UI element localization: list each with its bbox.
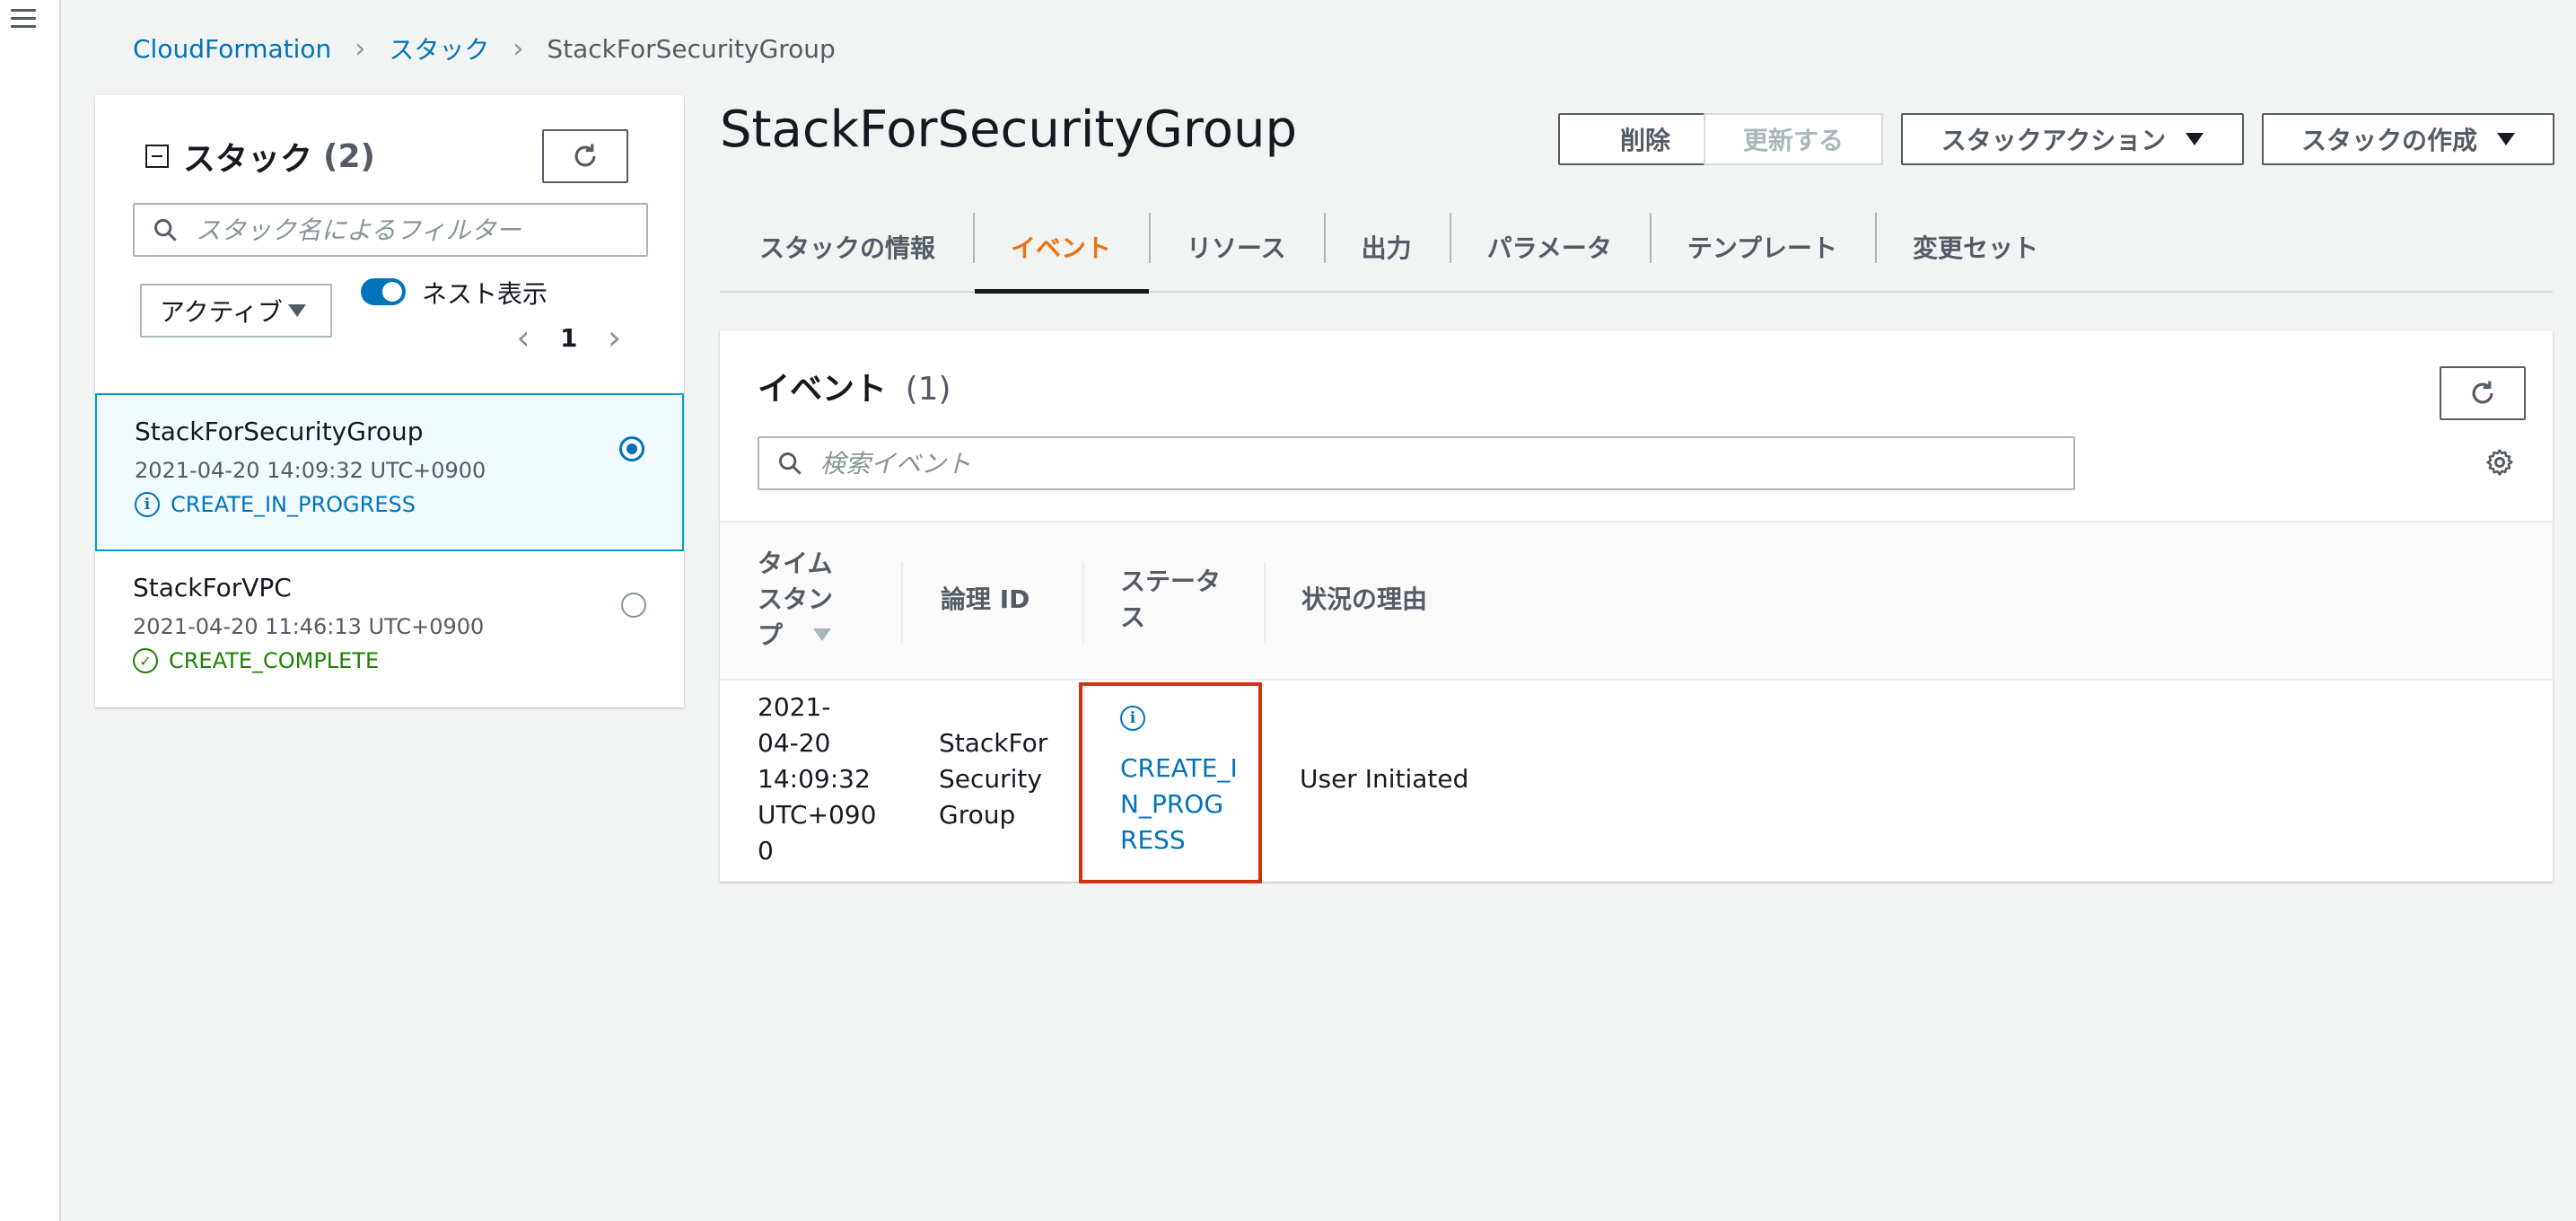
event-logical-id: StackFor Security Group bbox=[939, 728, 1048, 830]
update-button[interactable]: 更新する bbox=[1704, 113, 1883, 165]
tab-change-sets[interactable]: 変更セット bbox=[1875, 202, 2076, 292]
breadcrumb-cloudformation[interactable]: CloudFormation bbox=[133, 34, 331, 64]
tab-outputs[interactable]: 出力 bbox=[1323, 202, 1450, 292]
column-reason[interactable]: 状況の理由 bbox=[1301, 582, 1427, 618]
stacks-panel: スタック (2) アクティブ ネスト表示 ‹ 1 › StackForSecur… bbox=[95, 95, 684, 707]
stacks-refresh-button[interactable] bbox=[542, 129, 628, 183]
current-page[interactable]: 1 bbox=[560, 323, 577, 353]
search-icon bbox=[154, 219, 177, 242]
stack-tabs: スタックの情報 イベント リソース 出力 パラメータ テンプレート 変更セット bbox=[720, 202, 2553, 294]
nest-view-label: ネスト表示 bbox=[422, 279, 548, 309]
stack-item-securitygroup[interactable]: StackForSecurityGroup 2021-04-20 14:09:3… bbox=[95, 393, 684, 551]
events-panel: イベント (1) タイム スタン プ 論理 ID ステータ ス 状況の理由 20… bbox=[720, 330, 2553, 883]
next-page-icon[interactable]: › bbox=[600, 318, 627, 357]
stacks-title: スタック bbox=[183, 141, 313, 178]
tab-events[interactable]: イベント bbox=[973, 202, 1150, 294]
tab-resources[interactable]: リソース bbox=[1149, 202, 1324, 292]
events-table-header: タイム スタン プ 論理 ID ステータ ス 状況の理由 bbox=[720, 521, 2553, 681]
stack-name: StackForVPC bbox=[133, 573, 292, 602]
nest-view-toggle[interactable] bbox=[361, 278, 406, 305]
breadcrumb-current: StackForSecurityGroup bbox=[547, 33, 836, 64]
stack-item-vpc[interactable]: StackForVPC 2021-04-20 11:46:13 UTC+0900… bbox=[95, 551, 684, 709]
menu-icon[interactable] bbox=[11, 9, 36, 31]
stack-date: 2021-04-20 14:09:32 UTC+0900 bbox=[135, 458, 486, 483]
event-search-field[interactable] bbox=[819, 447, 2073, 479]
caret-down-icon bbox=[287, 304, 306, 317]
caret-down-icon bbox=[2186, 133, 2204, 145]
stack-status-text: CREATE_IN_PROGRESS bbox=[171, 492, 416, 517]
chevron-right-icon: › bbox=[513, 32, 524, 65]
collapse-icon[interactable] bbox=[145, 145, 169, 168]
tab-template[interactable]: テンプレート bbox=[1649, 202, 1875, 292]
status-filter-select[interactable]: アクティブ bbox=[140, 284, 332, 338]
info-icon: i bbox=[1120, 706, 1145, 731]
tab-parameters[interactable]: パラメータ bbox=[1449, 202, 1650, 292]
stacks-panel-header: スタック (2) bbox=[145, 133, 375, 180]
create-stack-button[interactable]: スタックの作成 bbox=[2262, 113, 2554, 165]
previous-page-icon[interactable]: ‹ bbox=[510, 318, 537, 357]
breadcrumb-stacks[interactable]: スタック bbox=[389, 31, 489, 66]
breadcrumb: CloudFormation › スタック › StackForSecurity… bbox=[133, 31, 836, 66]
chevron-right-icon: › bbox=[355, 32, 366, 65]
stack-status-text: CREATE_COMPLETE bbox=[169, 648, 380, 673]
events-refresh-button[interactable] bbox=[2440, 366, 2526, 420]
page-title: StackForSecurityGroup bbox=[720, 101, 1297, 159]
stack-radio-selected[interactable] bbox=[619, 436, 644, 461]
column-logical-id[interactable]: 論理 ID bbox=[941, 582, 1030, 618]
event-status: CREATE_I N_PROG RESS bbox=[1120, 753, 1238, 855]
stack-filter-input[interactable] bbox=[133, 203, 648, 257]
events-count: (1) bbox=[905, 371, 951, 408]
stack-actions-label: スタックアクション bbox=[1941, 126, 2167, 155]
search-icon bbox=[779, 452, 802, 475]
check-circle-icon: ✓ bbox=[133, 648, 158, 673]
column-divider bbox=[1264, 562, 1266, 643]
stack-status: i CREATE_IN_PROGRESS bbox=[135, 492, 416, 517]
status-filter-value: アクティブ bbox=[160, 297, 283, 327]
events-title: イベント (1) bbox=[758, 363, 951, 409]
column-divider bbox=[901, 562, 903, 643]
refresh-icon bbox=[2472, 381, 2493, 404]
stack-status: ✓ CREATE_COMPLETE bbox=[133, 648, 379, 673]
event-timestamp: 2021- 04-20 14:09:32 UTC+090 0 bbox=[758, 692, 877, 865]
side-nav-rail bbox=[0, 0, 61, 1221]
stack-name: StackForSecurityGroup bbox=[135, 417, 424, 446]
stack-radio[interactable] bbox=[621, 593, 646, 618]
refresh-icon bbox=[574, 144, 596, 167]
caret-down-icon bbox=[2497, 133, 2515, 145]
column-status[interactable]: ステータ ス bbox=[1120, 564, 1221, 636]
tab-stack-info[interactable]: スタックの情報 bbox=[720, 202, 973, 292]
event-reason: User Initiated bbox=[1300, 764, 1469, 794]
info-icon: i bbox=[135, 492, 160, 517]
events-title-text: イベント bbox=[758, 371, 888, 408]
stack-filter-field[interactable] bbox=[194, 214, 646, 246]
stacks-count: (2) bbox=[323, 137, 375, 175]
column-divider bbox=[1082, 562, 1084, 643]
gear-icon[interactable] bbox=[2484, 447, 2515, 478]
highlighted-status-cell: i CREATE_I N_PROG RESS bbox=[1079, 682, 1262, 883]
stack-actions-button[interactable]: スタックアクション bbox=[1901, 113, 2244, 165]
stacks-pagination: ‹ 1 › bbox=[510, 318, 627, 357]
stack-date: 2021-04-20 11:46:13 UTC+0900 bbox=[133, 614, 485, 639]
create-stack-label: スタックの作成 bbox=[2300, 126, 2477, 155]
sort-descending-icon[interactable] bbox=[813, 628, 831, 641]
event-search-input[interactable] bbox=[758, 436, 2075, 490]
